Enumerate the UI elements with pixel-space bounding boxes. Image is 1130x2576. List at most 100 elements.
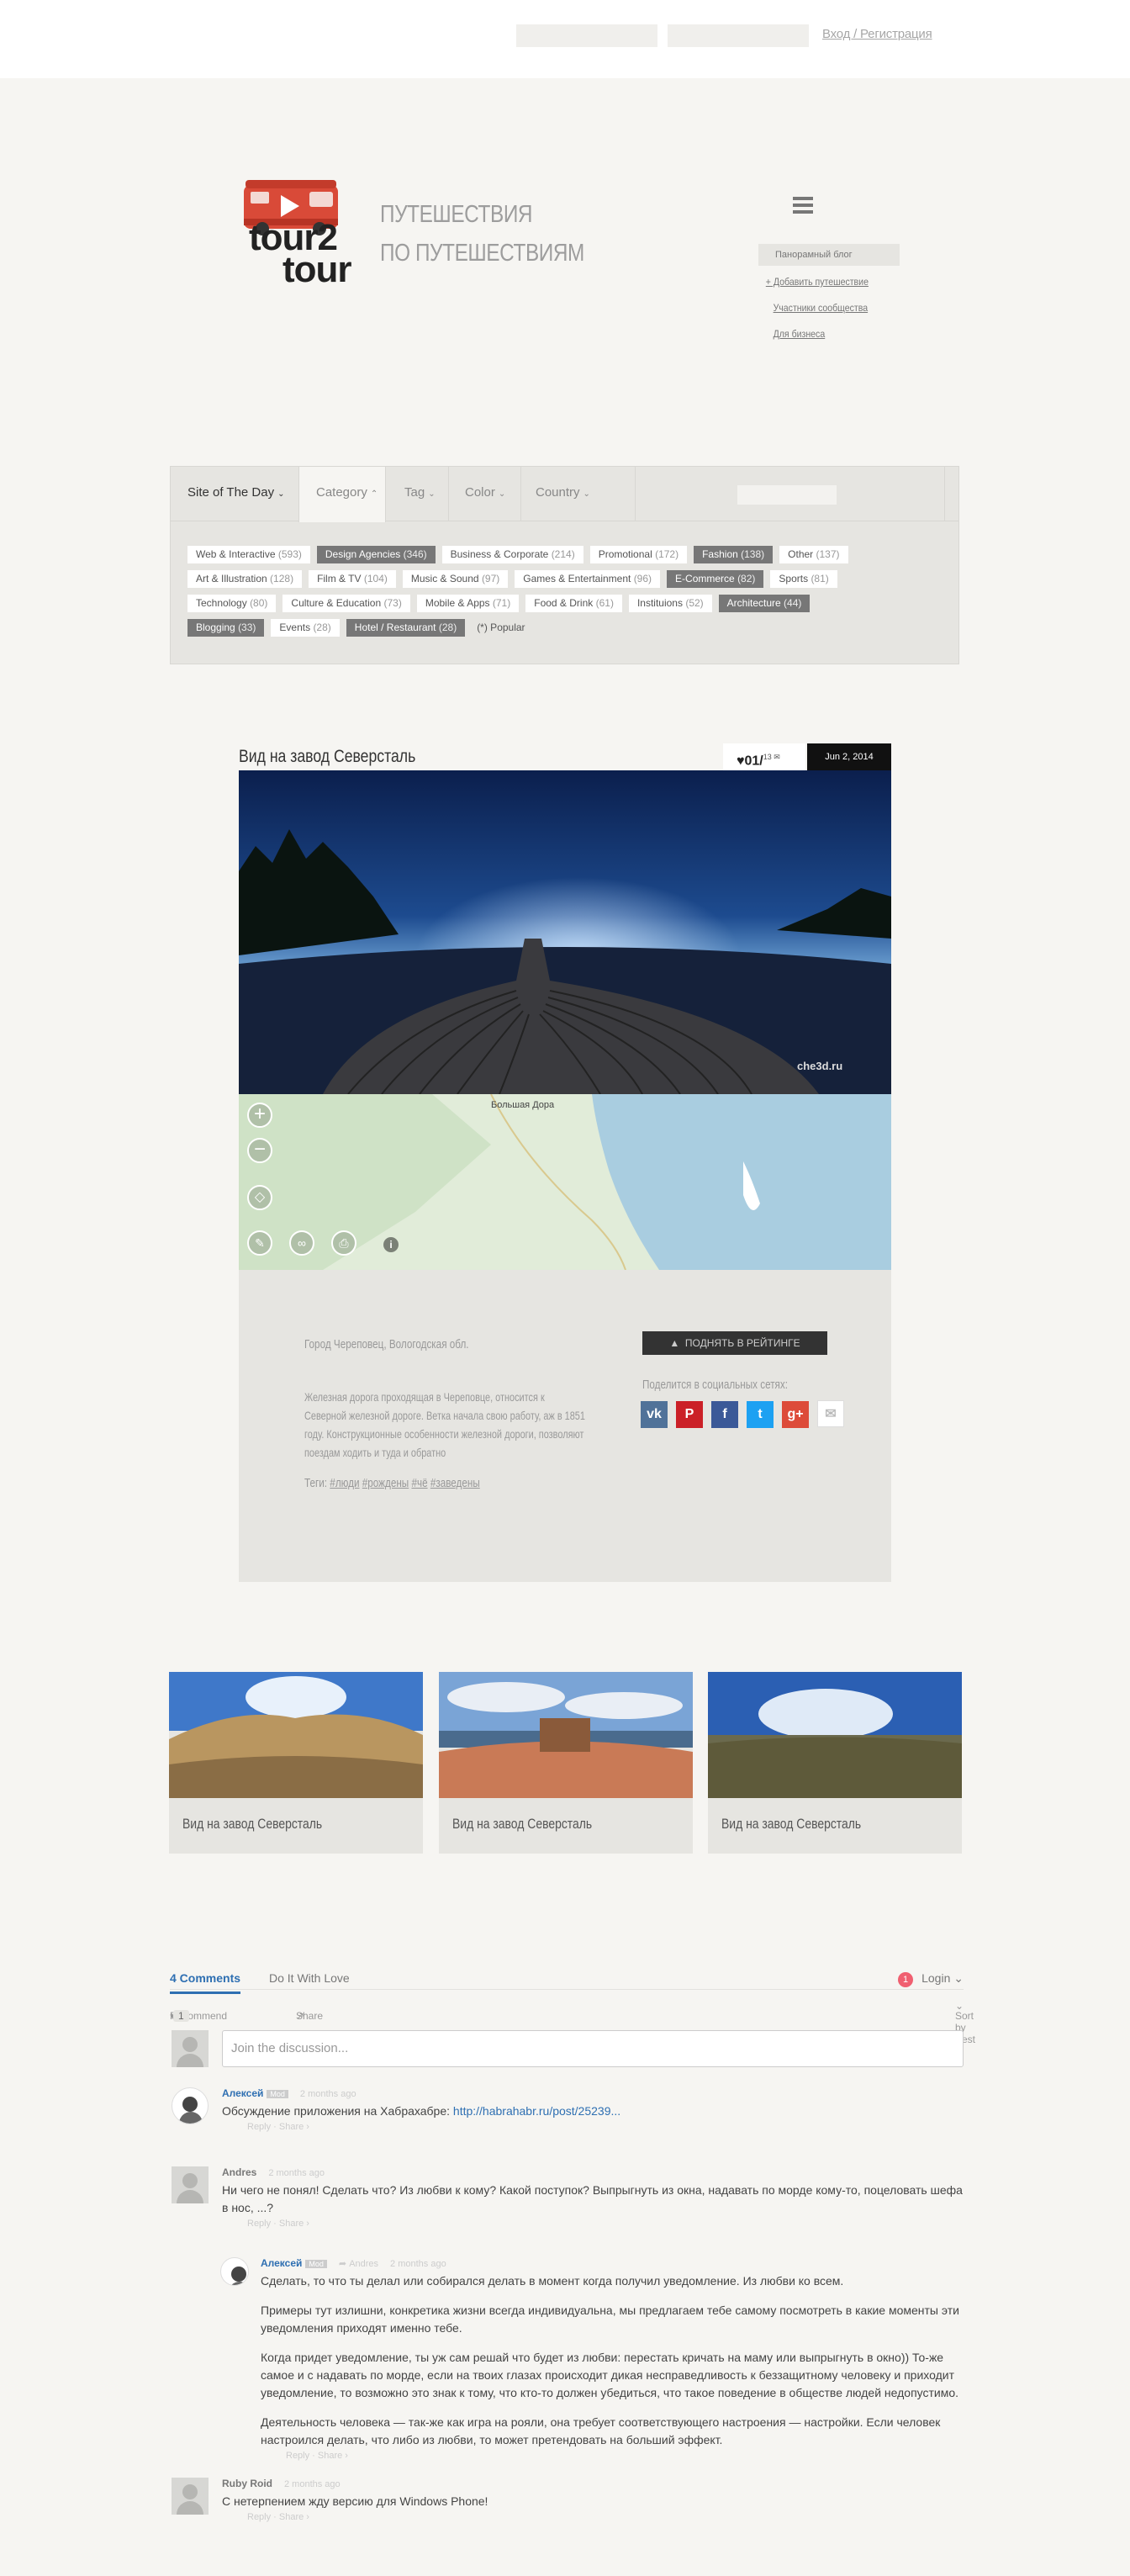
- comment-author[interactable]: Ruby Roid: [222, 2478, 272, 2489]
- related-card[interactable]: Вид на завод Северсталь: [439, 1672, 693, 1854]
- comment-author[interactable]: Алексей: [261, 2257, 302, 2269]
- comment: Ruby Roid 2 months ago С нетерпением жду …: [170, 2478, 964, 2522]
- login-button[interactable]: 1 Login ⌄: [898, 1971, 964, 1987]
- filter-panel: Site of The Day ⌄ Category ⌃ Tag ⌄ Color ⌄ C…: [170, 466, 959, 664]
- tab-comments[interactable]: 4 Comments: [170, 1971, 241, 1994]
- thumbs-up-icon: ▲: [669, 1337, 680, 1349]
- new-comment: Join the discussion...: [170, 2029, 964, 2079]
- comment-actions[interactable]: Reply · Share ›: [222, 2122, 964, 2132]
- post-tag[interactable]: #заведены: [430, 1476, 480, 1490]
- category-tag[interactable]: Events (28): [271, 619, 340, 637]
- post-tag[interactable]: #люди: [330, 1476, 359, 1490]
- rate-up-button[interactable]: ▲ ПОДНЯТЬ В РЕЙТИНГЕ: [642, 1331, 827, 1355]
- tab-color[interactable]: Color ⌄: [465, 467, 505, 521]
- related-thumbnail: [439, 1672, 693, 1798]
- menu-item-business[interactable]: Для бизнеса: [758, 321, 906, 347]
- binoculars-icon[interactable]: ∞: [289, 1230, 314, 1256]
- related-thumbnail: [708, 1672, 962, 1798]
- tab-tag[interactable]: Tag ⌄: [404, 467, 436, 521]
- tagline-line-2: ПО ПУТЕШЕСТВИЯМ: [380, 240, 584, 267]
- category-tag[interactable]: Art & Illustration (128): [187, 570, 303, 588]
- site-logo[interactable]: tour2 tour: [242, 178, 360, 290]
- category-tag[interactable]: Instituions (52): [628, 595, 712, 612]
- category-tag[interactable]: Film & TV (104): [309, 570, 396, 588]
- category-tag[interactable]: Culture & Education (73): [282, 595, 410, 612]
- related-thumbnail: [169, 1672, 423, 1798]
- tab-country[interactable]: Country ⌄: [536, 467, 590, 521]
- category-tag[interactable]: Games & Entertainment (96): [515, 570, 661, 588]
- category-tag[interactable]: Hotel / Restaurant (28): [346, 619, 466, 637]
- location-map[interactable]: Большая Дора + − ◇ ✎ ∞ ⎙ i: [239, 1094, 891, 1270]
- post-info: Город Череповец, Вологодская обл. Железн…: [239, 1270, 891, 1582]
- print-icon[interactable]: ⎙: [331, 1230, 356, 1256]
- tab-community[interactable]: Do It With Love: [269, 1971, 350, 1985]
- top-bar: Вход / Регистрация: [0, 0, 1130, 78]
- tag-row: Blogging (33) Events (28) Hotel / Restaura…: [187, 619, 944, 643]
- hamburger-menu-icon[interactable]: [793, 197, 813, 214]
- top-placeholder-1[interactable]: [516, 24, 657, 47]
- vk-icon[interactable]: vk: [641, 1401, 668, 1428]
- main-menu: Панорамный блог + Добавить путешествие У…: [758, 244, 900, 347]
- menu-item-panorama-blog[interactable]: Панорамный блог: [758, 244, 900, 266]
- google-plus-icon[interactable]: g+: [782, 1401, 809, 1428]
- zoom-in-button[interactable]: +: [247, 1103, 272, 1128]
- comments-section: 4 Comments Do It With Love 1Login ⌄ ♥ Re…: [170, 1960, 975, 2522]
- email-icon[interactable]: ✉: [817, 1400, 844, 1427]
- category-tag[interactable]: (*) Popular: [472, 619, 530, 637]
- post-tag[interactable]: #чё: [411, 1476, 427, 1490]
- post-description: Железная дорога проходящая в Череповце, …: [304, 1390, 585, 1459]
- panorama-picture: che3d.ru: [239, 770, 891, 1094]
- category-tags: Web & Interactive (593) Design Agencies (…: [187, 546, 944, 643]
- category-tag[interactable]: Business & Corporate (214): [441, 546, 583, 563]
- login-register-link[interactable]: Вход / Регистрация: [822, 27, 932, 41]
- comment-author[interactable]: Andres: [222, 2166, 256, 2178]
- tab-site-of-the-day[interactable]: Site of The Day ⌄: [187, 467, 285, 521]
- category-tag[interactable]: Music & Sound (97): [402, 570, 509, 588]
- comment-actions[interactable]: Reply · Share ›: [222, 2219, 964, 2229]
- comment-actions[interactable]: Reply · Share ›: [222, 2512, 964, 2522]
- facebook-icon[interactable]: f: [711, 1401, 738, 1428]
- category-tag[interactable]: Blogging (33): [187, 619, 265, 637]
- category-tag[interactable]: Design Agencies (346): [316, 546, 436, 563]
- twitter-icon[interactable]: t: [747, 1401, 774, 1428]
- filter-search-input[interactable]: [737, 485, 837, 505]
- category-tag[interactable]: Sports (81): [770, 570, 837, 588]
- related-caption: Вид на завод Северсталь: [182, 1816, 323, 1832]
- zoom-out-button[interactable]: −: [247, 1138, 272, 1163]
- category-tag[interactable]: Fashion (138): [694, 546, 774, 563]
- ruler-icon[interactable]: ✎: [247, 1230, 272, 1256]
- category-tag[interactable]: Food & Drink (61): [525, 595, 622, 612]
- category-tag[interactable]: Mobile & Apps (71): [416, 595, 520, 612]
- tag-row: Art & Illustration (128) Film & TV (104) M…: [187, 570, 944, 595]
- menu-item-add-trip[interactable]: + Добавить путешествие: [758, 269, 906, 295]
- category-tag[interactable]: Technology (80): [187, 595, 277, 612]
- comment-input[interactable]: Join the discussion...: [222, 2030, 964, 2067]
- category-tag[interactable]: Architecture (44): [718, 595, 811, 612]
- post-date: Jun 2, 2014: [807, 743, 891, 770]
- related-card[interactable]: Вид на завод Северсталь: [169, 1672, 423, 1854]
- sort-dropdown[interactable]: Sort by Best ⌄: [955, 2000, 975, 2045]
- envelope-icon: ✉: [771, 753, 780, 761]
- comment-actions[interactable]: Reply · Share ›: [261, 2451, 964, 2461]
- comment-link[interactable]: http://habrahabr.ru/post/25239...: [453, 2104, 620, 2118]
- category-tag[interactable]: Promotional (172): [589, 546, 688, 563]
- category-tag[interactable]: E-Commerce (82): [667, 570, 764, 588]
- likes-counter[interactable]: ♥01/13 ✉: [723, 743, 805, 770]
- comment-author[interactable]: Алексей: [222, 2087, 263, 2099]
- panorama-image[interactable]: che3d.ru: [239, 770, 891, 1094]
- post-tag[interactable]: #рождены: [362, 1476, 409, 1490]
- menu-item-community[interactable]: Участники сообщества: [758, 295, 906, 321]
- logo-text-2: tour: [282, 249, 352, 290]
- info-icon[interactable]: i: [383, 1237, 399, 1252]
- social-buttons: vk Pf t g+ ✉: [641, 1400, 853, 1428]
- related-card[interactable]: Вид на завод Северсталь: [708, 1672, 962, 1854]
- category-tag[interactable]: Other (137): [779, 546, 848, 563]
- heart-icon: ♥: [737, 754, 745, 769]
- chevron-up-icon: ⌃: [370, 489, 378, 499]
- pinterest-icon[interactable]: P: [676, 1401, 703, 1428]
- category-tag[interactable]: Web & Interactive (593): [187, 546, 310, 563]
- layers-icon[interactable]: ◇: [247, 1185, 272, 1210]
- top-placeholder-2[interactable]: [668, 24, 809, 47]
- tab-category[interactable]: Category ⌃: [298, 467, 386, 522]
- related-caption: Вид на завод Северсталь: [721, 1816, 862, 1832]
